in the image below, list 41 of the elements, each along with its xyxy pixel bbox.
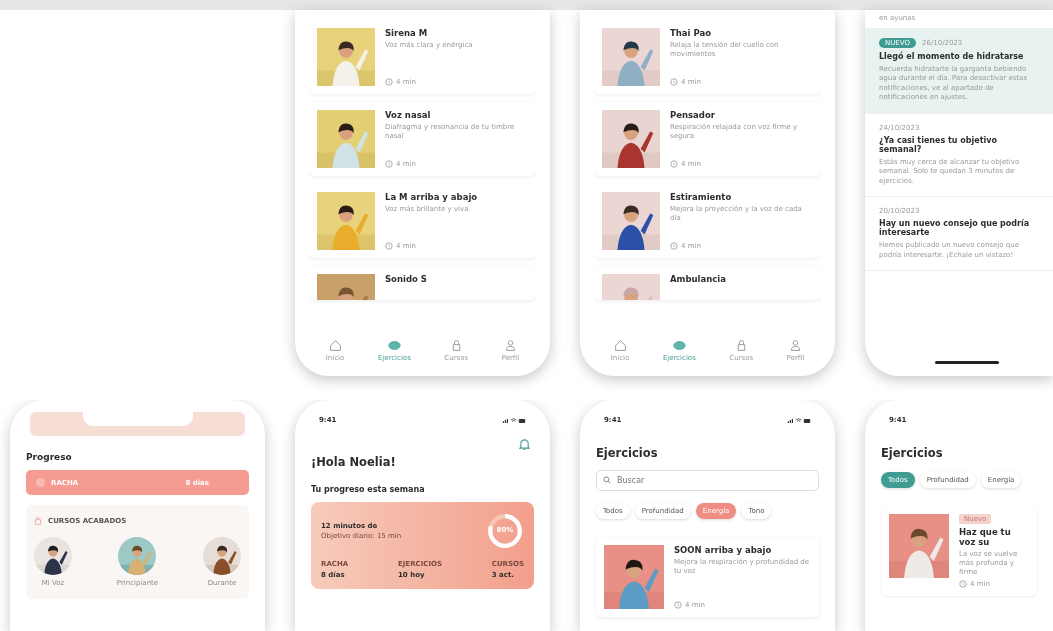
screen-title: Progreso (26, 452, 73, 462)
search-icon (603, 476, 611, 484)
screen-title: Ejercicios (881, 446, 944, 460)
clock-icon (385, 160, 393, 168)
exercise-title: Pensador (670, 110, 716, 120)
bag-icon (34, 517, 42, 525)
clock-icon (385, 78, 393, 86)
status-icons (787, 416, 811, 424)
clock-icon (959, 580, 967, 589)
search-field[interactable]: Buscar (596, 470, 819, 491)
clock-icon (670, 78, 678, 86)
exercise-title: Estiramiento (670, 192, 733, 202)
exercise-card[interactable]: Ambulancia (594, 266, 821, 300)
home-indicator (935, 361, 999, 364)
person-icon (503, 339, 517, 352)
clock-icon (385, 242, 393, 250)
home-icon (613, 339, 627, 352)
exercise-title: Ambulancia (670, 274, 727, 284)
greeting: ¡Hola Noelia! (311, 455, 397, 469)
chat-icon (387, 339, 401, 352)
exercise-title: La M arriba y abajo (385, 192, 479, 202)
home-icon (328, 339, 342, 352)
exercise-title: Voz nasal (385, 110, 432, 120)
exercise-title: Haz que tu voz su (959, 527, 1012, 547)
screen-title: Ejercicios (596, 446, 659, 460)
exercise-title: Thai Pao (670, 28, 713, 38)
notification-title: Llegó el momento de hidratarse (879, 52, 1025, 61)
status-icons (502, 416, 526, 424)
chat-icon (672, 339, 686, 352)
section-title: Tu progreso esta semana (311, 485, 426, 494)
clock-icon (670, 242, 678, 250)
bell-icon[interactable] (519, 438, 530, 451)
clock-icon (670, 160, 678, 168)
exercise-title: SOON arriba y abajo (674, 545, 773, 555)
person-icon (788, 339, 802, 352)
exercise-card[interactable]: Sonido S (309, 266, 536, 300)
notification-title: Hay un nuevo consejo que podría interesarte (879, 219, 1031, 238)
clock-icon (674, 601, 682, 609)
exercise-title: Sirena M (385, 28, 429, 38)
notification-title: ¿Ya casi tienes tu objetivo semanal? (879, 135, 998, 154)
exercise-title: Sonido S (385, 274, 428, 284)
